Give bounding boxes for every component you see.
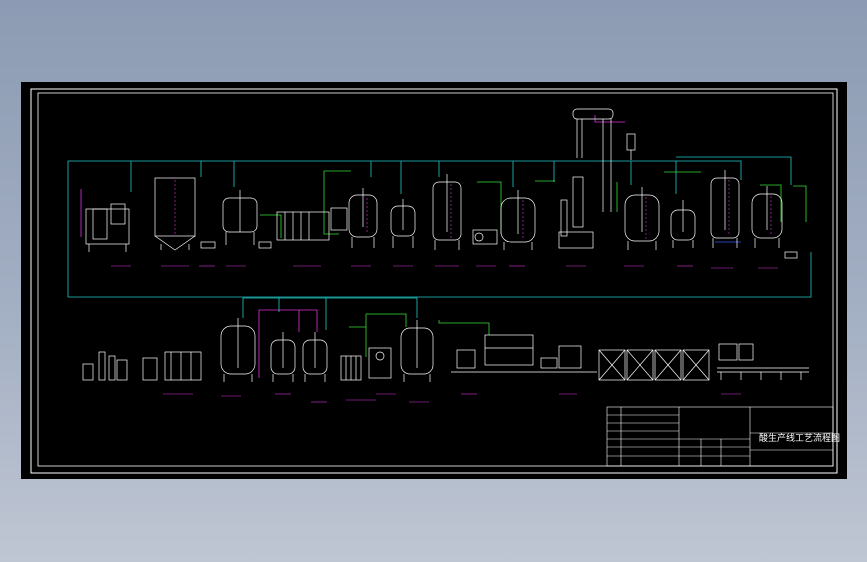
inner-frame: [37, 92, 834, 467]
upper-equipment: [85, 108, 798, 259]
lower-labels: [163, 393, 741, 403]
outer-frame: [30, 88, 838, 474]
cad-drawing-canvas: 酸生产线工艺流程图: [21, 82, 847, 479]
drawing-title: 酸生产线工艺流程图: [759, 434, 841, 444]
process-flow-diagram: [30, 88, 838, 474]
lower-pipelines: [242, 297, 490, 378]
lower-equipment: [82, 318, 809, 382]
upper-pipelines: [67, 115, 812, 298]
upper-labels: [111, 265, 778, 269]
